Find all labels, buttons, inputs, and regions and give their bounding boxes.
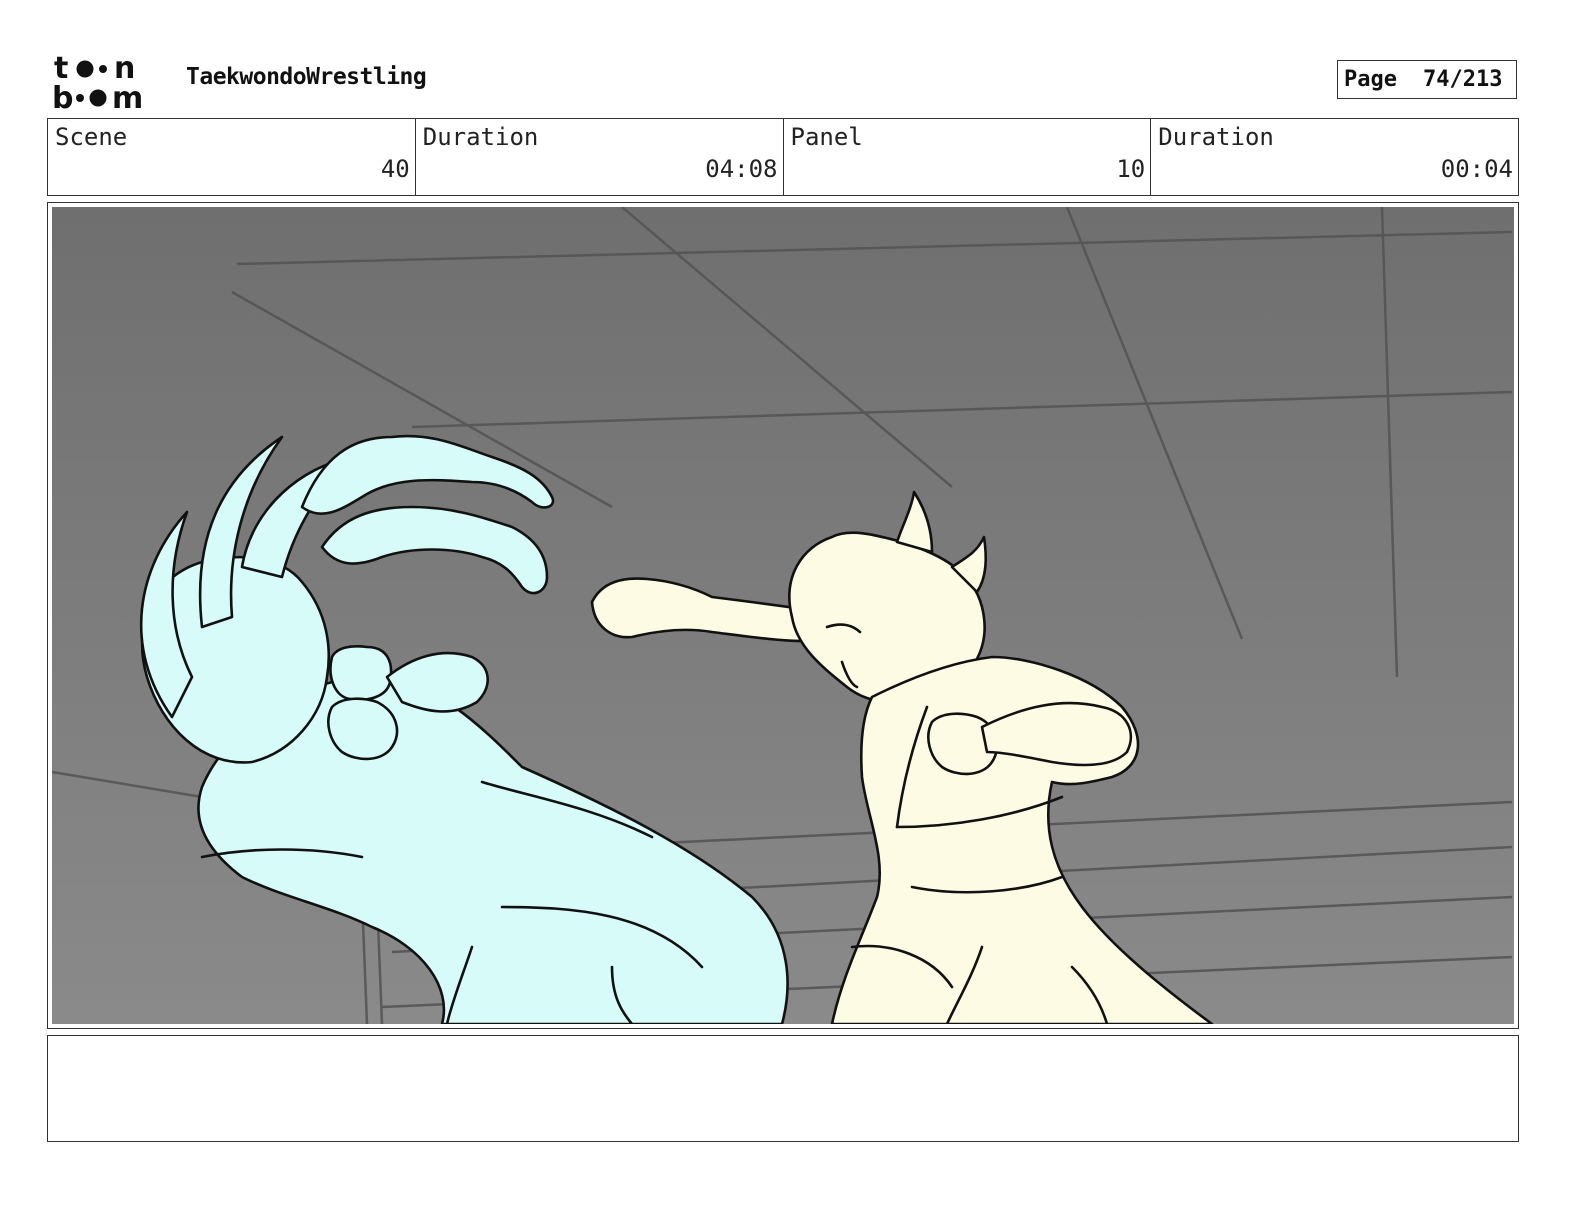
toon-boom-logo: t n b m <box>52 51 164 116</box>
project-title: TaekwondoWrestling <box>186 64 427 90</box>
page-number: 74/213 <box>1422 67 1503 92</box>
svg-text:b: b <box>52 81 73 112</box>
page-indicator: Page 74/213 <box>1337 60 1517 99</box>
scene-duration-value: 04:08 <box>705 155 778 183</box>
page-label: Page <box>1344 67 1397 92</box>
scene-duration-cell: Duration 04:08 <box>416 119 784 195</box>
scene-value: 40 <box>380 155 410 183</box>
panel-duration-cell: Duration 00:04 <box>1151 119 1518 195</box>
panel-frame <box>47 202 1519 1029</box>
panel-duration-label: Duration <box>1158 123 1274 151</box>
panel-cell: Panel 10 <box>784 119 1152 195</box>
panel-sketch <box>52 207 1514 1024</box>
panel-label: Panel <box>790 123 863 151</box>
panel-notes-box <box>47 1035 1519 1142</box>
storyboard-page: t n b m TaekwondoWrestling Page 74/213 S… <box>0 0 1584 1224</box>
panel-duration-value: 00:04 <box>1440 155 1513 183</box>
scene-cell: Scene 40 <box>48 119 416 195</box>
panel-value: 10 <box>1116 155 1146 183</box>
panel-info-table: Scene 40 Duration 04:08 Panel 10 Duratio… <box>47 118 1519 196</box>
scene-label: Scene <box>55 123 128 151</box>
scene-duration-label: Duration <box>422 123 539 151</box>
svg-text:m: m <box>112 81 143 112</box>
